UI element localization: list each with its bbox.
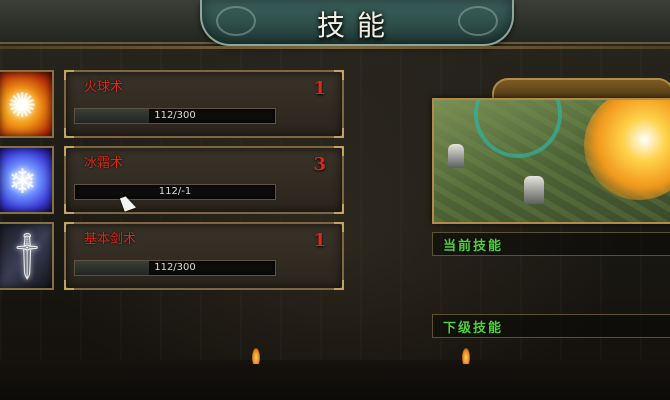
skill-xp-bar: 112/300 [74,260,276,276]
skill-card-3[interactable]: 基本剑术 1 112/300 [64,222,344,290]
card-corner-ornament [334,204,344,214]
preview-character [524,176,544,204]
card-corner-ornament [64,222,74,232]
card-corner-ornament [334,222,344,232]
card-corner-ornament [64,204,74,214]
skill-level: 1 [313,230,326,251]
sword-glyph-icon: 🗡 [0,226,57,286]
skill-xp-text: 112/300 [154,110,196,121]
sword-icon[interactable]: 🗡 [0,222,57,290]
header-divider [0,46,670,49]
preview-character [448,144,464,168]
skill-level: 1 [313,78,326,99]
next-level-label: 下级技能 [443,321,504,336]
torch-flame-icon [252,348,260,364]
card-corner-ornament [334,128,344,138]
skill-level: 3 [313,154,326,175]
card-corner-ornament [64,146,74,156]
skill-name: 冰霜术 [84,156,124,171]
floor-shadow [0,360,670,400]
current-skill-label: 当前技能 [443,239,504,254]
card-corner-ornament [334,146,344,156]
title-plate: 技能 [200,0,514,46]
skill-xp-bar: 112/300 [74,108,276,124]
card-corner-ornament [334,70,344,80]
next-level-section: 下级技能 [432,314,670,338]
snowflake-glyph-icon: ❄ [8,162,37,202]
frost-icon[interactable]: ❄ [0,146,54,214]
skill-xp-text: 112/-1 [158,186,192,197]
window-title: 技能 [316,9,397,42]
skill-preview-image [432,98,670,224]
torch-flame-icon [462,348,470,364]
fireball-icon[interactable]: ✺ [0,70,54,138]
card-corner-ornament [64,280,74,290]
skill-xp-text: 112/300 [154,262,196,273]
card-corner-ornament [64,128,74,138]
card-corner-ornament [334,280,344,290]
skill-name: 基本剑术 [84,232,137,247]
flame-glyph-icon: ✺ [8,86,37,126]
skill-name: 火球术 [84,80,124,95]
current-skill-section: 当前技能 [432,232,670,256]
skill-xp-bar: 112/-1 [74,184,276,200]
skill-card-1[interactable]: 火球术 1 112/300 [64,70,344,138]
card-corner-ornament [64,70,74,80]
skill-card-2[interactable]: 冰霜术 3 112/-1 [64,146,344,214]
